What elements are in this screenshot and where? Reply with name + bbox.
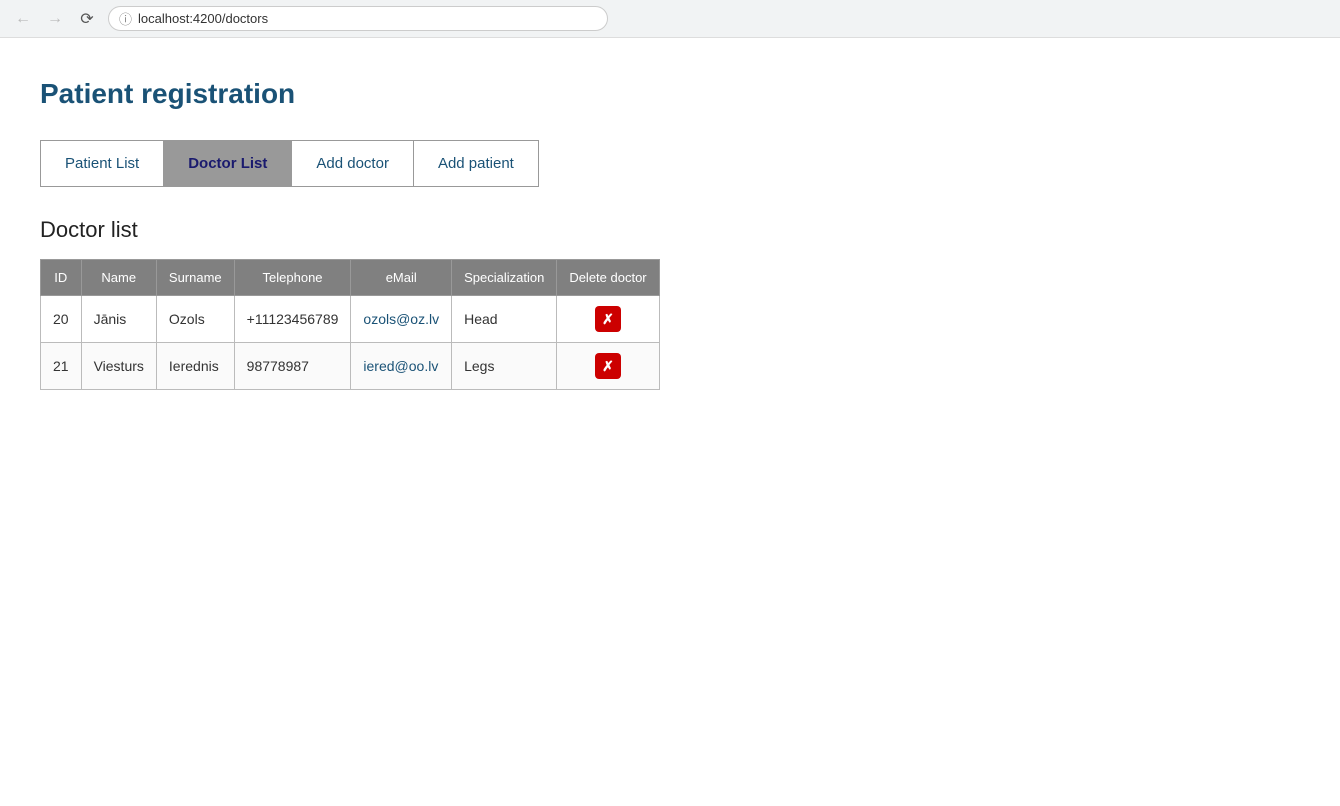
tab-add-patient[interactable]: Add patient [414, 141, 538, 186]
table-row: 20 Jānis Ozols +11123456789 ozols@oz.lv … [41, 296, 660, 343]
tab-doctor-list[interactable]: Doctor List [164, 141, 292, 186]
address-bar[interactable]: ⓘ localhost:4200/doctors [108, 6, 608, 31]
delete-doctor-button[interactable]: ✗ [595, 353, 621, 379]
browser-chrome: ← → ⟳ ⓘ localhost:4200/doctors [0, 0, 1340, 38]
cell-delete: ✗ [557, 343, 659, 390]
info-icon: ⓘ [119, 9, 132, 28]
cell-specialization: Legs [452, 343, 557, 390]
col-header-specialization: Specialization [452, 260, 557, 296]
cell-delete: ✗ [557, 296, 659, 343]
cell-email: iered@oo.lv [351, 343, 452, 390]
cell-telephone: +11123456789 [234, 296, 351, 343]
cell-telephone: 98778987 [234, 343, 351, 390]
tab-patient-list[interactable]: Patient List [41, 141, 164, 186]
cell-surname: Ierednis [156, 343, 234, 390]
cell-id: 20 [41, 296, 82, 343]
cell-email: ozols@oz.lv [351, 296, 452, 343]
page-content: Patient registration Patient List Doctor… [0, 38, 1340, 430]
cell-specialization: Head [452, 296, 557, 343]
delete-doctor-button[interactable]: ✗ [595, 306, 621, 332]
col-header-id: ID [41, 260, 82, 296]
doctor-table: ID Name Surname Telephone eMail Speciali… [40, 259, 660, 390]
back-button[interactable]: ← [12, 8, 34, 30]
cell-name: Jānis [81, 296, 156, 343]
url-text: localhost:4200/doctors [138, 11, 268, 26]
reload-button[interactable]: ⟳ [76, 8, 98, 30]
col-header-telephone: Telephone [234, 260, 351, 296]
section-title: Doctor list [40, 217, 1300, 243]
cell-id: 21 [41, 343, 82, 390]
table-row: 21 Viesturs Ierednis 98778987 iered@oo.l… [41, 343, 660, 390]
cell-surname: Ozols [156, 296, 234, 343]
app-title: Patient registration [40, 78, 1300, 110]
tab-bar: Patient List Doctor List Add doctor Add … [40, 140, 539, 187]
forward-button[interactable]: → [44, 8, 66, 30]
col-header-email: eMail [351, 260, 452, 296]
col-header-delete: Delete doctor [557, 260, 659, 296]
col-header-surname: Surname [156, 260, 234, 296]
cell-name: Viesturs [81, 343, 156, 390]
tab-add-doctor[interactable]: Add doctor [292, 141, 414, 186]
col-header-name: Name [81, 260, 156, 296]
